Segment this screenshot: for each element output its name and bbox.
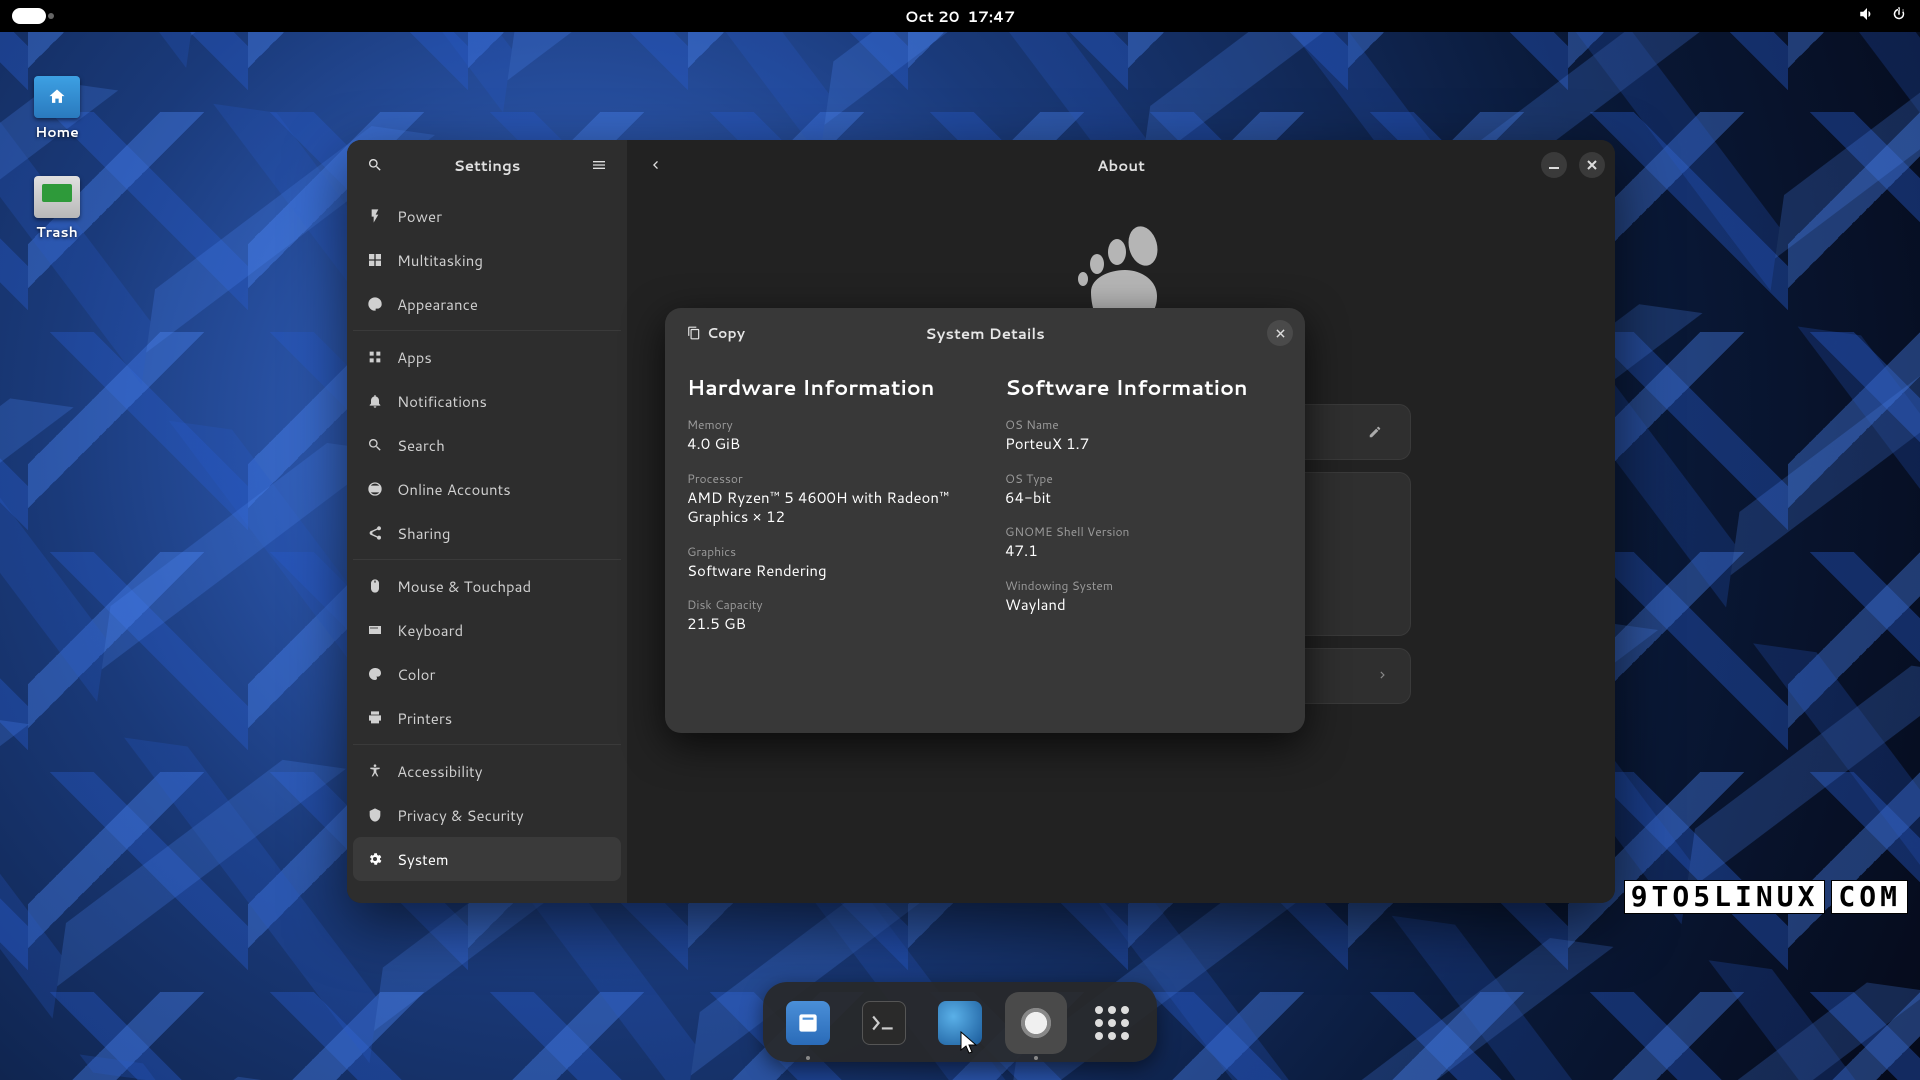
dock-show-apps[interactable] (1081, 992, 1143, 1054)
dock (763, 982, 1157, 1062)
nav-keyboard[interactable]: Keyboard (353, 608, 621, 652)
nav-label: Keyboard (397, 620, 463, 641)
dock-files[interactable] (777, 992, 839, 1054)
windowing-label: Windowing System (1005, 577, 1283, 594)
web-browser-icon (938, 1001, 982, 1045)
nav-label: Appearance (397, 294, 478, 315)
desktop-icon-label: Home (22, 122, 92, 142)
nav-appearance[interactable]: Appearance (353, 282, 621, 326)
dock-terminal[interactable] (853, 992, 915, 1054)
nav-accessibility[interactable]: Accessibility (353, 749, 621, 793)
volume-icon[interactable] (1858, 5, 1876, 28)
hardware-heading: Hardware Information (687, 372, 965, 402)
nav-label: Printers (397, 708, 452, 729)
nav-online-accounts[interactable]: Online Accounts (353, 467, 621, 511)
software-column: Software Information OS NamePorteuX 1.7 … (1005, 372, 1283, 719)
nav-label: Color (397, 664, 435, 685)
os-type-value: 64-bit (1005, 488, 1283, 508)
os-name-label: OS Name (1005, 416, 1283, 433)
nav-notifications[interactable]: Notifications (353, 379, 621, 423)
top-bar: Oct 20 17:47 (0, 0, 1920, 32)
os-type-label: OS Type (1005, 470, 1283, 487)
menu-button[interactable] (581, 147, 617, 183)
software-heading: Software Information (1005, 372, 1283, 402)
apps-grid-icon (1095, 1006, 1129, 1040)
memory-label: Memory (687, 416, 965, 433)
trash-icon (34, 176, 80, 218)
watermark-text-a: 9TO5LINUX (1624, 880, 1826, 914)
activities-indicator[interactable] (12, 8, 46, 24)
terminal-icon (862, 1001, 906, 1045)
nav-label: Search (397, 435, 445, 456)
hardware-column: Hardware Information Memory4.0 GiB Proce… (687, 372, 965, 719)
clock-area[interactable]: Oct 20 17:47 (905, 6, 1015, 27)
nav-label: Apps (397, 347, 432, 368)
desktop-icon-trash[interactable]: Trash (22, 176, 92, 242)
system-details-dialog: Copy System Details Hardware Information… (665, 308, 1305, 733)
nav-mouse[interactable]: Mouse & Touchpad (353, 564, 621, 608)
back-button[interactable] (637, 147, 673, 183)
nav-label: Power (397, 206, 442, 227)
nav-sharing[interactable]: Sharing (353, 511, 621, 555)
desktop-icon-home[interactable]: Home (22, 76, 92, 142)
dialog-title: System Details (925, 323, 1045, 344)
copy-label: Copy (707, 323, 745, 343)
power-icon[interactable] (1890, 5, 1908, 28)
nav-label: Privacy & Security (397, 805, 524, 826)
files-icon (786, 1001, 830, 1045)
gnome-value: 47.1 (1005, 541, 1283, 561)
dialog-close-button[interactable] (1267, 320, 1293, 346)
disk-value: 21.5 GB (687, 614, 965, 634)
settings-sidebar: Settings Power Multitasking Appearance A… (347, 140, 627, 903)
workspace-pill-icon (12, 8, 46, 24)
nav-label: Multitasking (397, 250, 483, 271)
close-button[interactable] (1579, 152, 1605, 178)
desktop-icon-label: Trash (22, 222, 92, 242)
nav-printers[interactable]: Printers (353, 696, 621, 740)
nav-power[interactable]: Power (353, 194, 621, 238)
nav-multitasking[interactable]: Multitasking (353, 238, 621, 282)
folder-home-icon (34, 76, 80, 118)
nav-label: Online Accounts (397, 479, 511, 500)
gnome-label: GNOME Shell Version (1005, 523, 1283, 540)
date-label: Oct 20 (905, 6, 960, 27)
nav-search[interactable]: Search (353, 423, 621, 467)
nav-privacy[interactable]: Privacy & Security (353, 793, 621, 837)
watermark-text-b: COM (1831, 880, 1908, 914)
memory-value: 4.0 GiB (687, 434, 965, 454)
nav-label: Notifications (397, 391, 487, 412)
edit-icon (1360, 417, 1390, 447)
dock-web[interactable] (929, 992, 991, 1054)
graphics-value: Software Rendering (687, 561, 965, 581)
dock-settings[interactable] (1005, 992, 1067, 1054)
nav-label: Sharing (397, 523, 450, 544)
processor-value: AMD Ryzen™ 5 4600H with Radeon™ Graphics… (687, 488, 965, 527)
nav-label: Accessibility (397, 761, 483, 782)
time-label: 17:47 (967, 6, 1015, 27)
windowing-value: Wayland (1005, 595, 1283, 615)
nav-label: System (397, 849, 449, 870)
graphics-label: Graphics (687, 543, 965, 560)
processor-label: Processor (687, 470, 965, 487)
nav-apps[interactable]: Apps (353, 335, 621, 379)
settings-icon (1014, 1001, 1058, 1045)
search-button[interactable] (357, 147, 393, 183)
disk-label: Disk Capacity (687, 596, 965, 613)
os-name-value: PorteuX 1.7 (1005, 434, 1283, 454)
content-title: About (1097, 155, 1145, 176)
nav-system[interactable]: System (353, 837, 621, 881)
minimize-button[interactable] (1541, 152, 1567, 178)
nav-label: Mouse & Touchpad (397, 576, 531, 597)
watermark: 9TO5LINUX COM (1624, 880, 1908, 914)
sidebar-title: Settings (393, 155, 581, 176)
nav-color[interactable]: Color (353, 652, 621, 696)
copy-button[interactable]: Copy (677, 317, 755, 349)
chevron-right-icon (1376, 666, 1390, 687)
